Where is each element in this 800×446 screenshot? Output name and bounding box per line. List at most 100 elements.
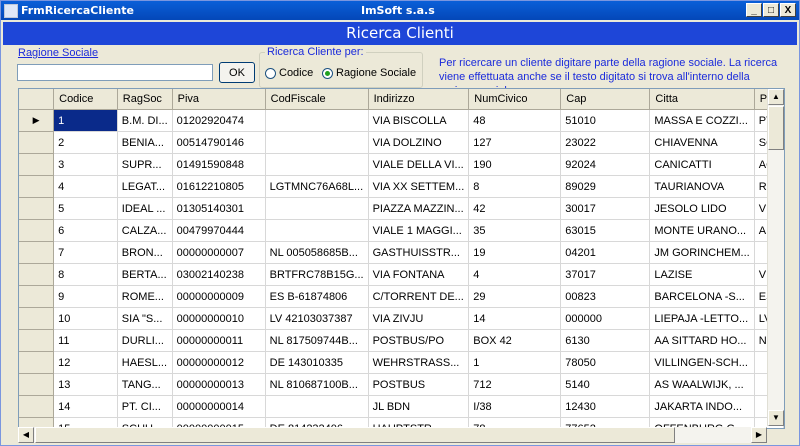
grid-cell-numcivico[interactable]: 48	[468, 109, 562, 132]
column-header-citta[interactable]: Citta	[649, 89, 755, 110]
grid-cell-codfiscale[interactable]: LGTMNC76A68L...	[265, 175, 369, 198]
grid-cell-codfiscale[interactable]: BRTFRC78B15G...	[265, 263, 369, 286]
grid-cell-cap[interactable]: 6130	[560, 329, 651, 352]
grid-cell-ragsoc[interactable]: PT. CI...	[117, 395, 173, 418]
row-header-cell[interactable]	[19, 175, 55, 198]
grid-cell-indirizzo[interactable]: VIA BISCOLLA	[368, 109, 470, 132]
column-header-numcivico[interactable]: NumCivico	[468, 89, 562, 110]
grid-cell-codice[interactable]: 10	[53, 307, 118, 330]
grid-cell-indirizzo[interactable]: VIA XX SETTEM...	[368, 175, 470, 198]
grid-cell-codice[interactable]: 3	[53, 153, 118, 176]
grid-cell-cap[interactable]: 23022	[560, 131, 651, 154]
grid-cell-piva[interactable]: 00514790146	[172, 131, 266, 154]
grid-cell-piva[interactable]: 01202920474	[172, 109, 266, 132]
grid-cell-numcivico[interactable]: 4	[468, 263, 562, 286]
table-row[interactable]: 2 BENIA... 00514790146 VIA DOLZINO 127 23022 C…	[19, 131, 784, 154]
table-row[interactable]: 10 SIA "S... 00000000010 LV 42103037387 VIA …	[19, 307, 784, 330]
table-row[interactable]: 5 IDEAL ... 01305140301 PIAZZA MAZZIN... 42 3…	[19, 197, 784, 220]
grid-cell-codfiscale[interactable]: NL 005058685B...	[265, 241, 369, 264]
grid-cell-citta[interactable]: MASSA E COZZI...	[649, 109, 755, 132]
grid-cell-codice[interactable]: 14	[53, 395, 118, 418]
grid-cell-ragsoc[interactable]: IDEAL ...	[117, 197, 173, 220]
radio-ragione-sociale[interactable]: Ragione Sociale	[322, 67, 416, 79]
grid-cell-indirizzo[interactable]: POSTBUS	[368, 373, 470, 396]
vertical-scroll-thumb[interactable]	[768, 106, 784, 150]
row-header-cell[interactable]	[19, 285, 55, 308]
horizontal-scrollbar[interactable]: ◀ ▶	[18, 427, 767, 443]
grid-cell-indirizzo[interactable]: VIA ZIVJU	[368, 307, 470, 330]
grid-cell-ragsoc[interactable]: B.M. DI...	[117, 109, 173, 132]
row-header-cell[interactable]	[19, 197, 55, 220]
grid-cell-citta[interactable]: CANICATTI	[649, 153, 755, 176]
table-row[interactable]: 3 SUPR... 01491590848 VIALE DELLA VI... 190 9…	[19, 153, 784, 176]
grid-cell-ragsoc[interactable]: SIA "S...	[117, 307, 173, 330]
grid-cell-numcivico[interactable]: 42	[468, 197, 562, 220]
grid-cell-cap[interactable]: 04201	[560, 241, 651, 264]
table-row[interactable]: 8 BERTA... 03002140238 BRTFRC78B15G... VIA F…	[19, 263, 784, 286]
grid-cell-cap[interactable]: 78050	[560, 351, 651, 374]
grid-cell-numcivico[interactable]: 8	[468, 175, 562, 198]
table-row[interactable]: 12 HAESL... 00000000012 DE 143010335 WEHRSTR…	[19, 351, 784, 374]
grid-cell-codfiscale[interactable]	[265, 153, 369, 176]
row-header-cell[interactable]	[19, 373, 55, 396]
grid-cell-numcivico[interactable]: 29	[468, 285, 562, 308]
grid-cell-codfiscale[interactable]: ES B-61874806	[265, 285, 369, 308]
table-row[interactable]: 4 LEGAT... 01612210805 LGTMNC76A68L... VIA X…	[19, 175, 784, 198]
grid-cell-ragsoc[interactable]: ROME...	[117, 285, 173, 308]
scroll-right-arrow-icon[interactable]: ▶	[751, 427, 767, 443]
vertical-scrollbar[interactable]: ▲ ▼	[767, 89, 784, 426]
grid-cell-indirizzo[interactable]: C/TORRENT DE...	[368, 285, 470, 308]
grid-cell-codfiscale[interactable]: LV 42103037387	[265, 307, 369, 330]
grid-cell-cap[interactable]: 63015	[560, 219, 651, 242]
minimize-button[interactable]: _	[746, 3, 762, 17]
maximize-button[interactable]: □	[763, 3, 779, 17]
grid-cell-cap[interactable]: 30017	[560, 197, 651, 220]
grid-cell-piva[interactable]: 01491590848	[172, 153, 266, 176]
grid-cell-codice[interactable]: 6	[53, 219, 118, 242]
grid-cell-ragsoc[interactable]: BRON...	[117, 241, 173, 264]
grid-cell-piva[interactable]: 00000000009	[172, 285, 266, 308]
grid-cell-codfiscale[interactable]: DE 143010335	[265, 351, 369, 374]
scroll-left-arrow-icon[interactable]: ◀	[18, 427, 34, 443]
column-header-ragsoc[interactable]: RagSoc	[117, 89, 173, 110]
grid-cell-ragsoc[interactable]: BENIA...	[117, 131, 173, 154]
grid-cell-citta[interactable]: AA SITTARD HO...	[649, 329, 755, 352]
grid-cell-codice[interactable]: 11	[53, 329, 118, 352]
row-header-cell[interactable]	[19, 153, 55, 176]
grid-cell-citta[interactable]: LAZISE	[649, 263, 755, 286]
grid-cell-indirizzo[interactable]: POSTBUS/PO	[368, 329, 470, 352]
table-row[interactable]: 9 ROME... 00000000009 ES B-61874806 C/TORREN…	[19, 285, 784, 308]
grid-cell-numcivico[interactable]: 127	[468, 131, 562, 154]
grid-cell-codfiscale[interactable]: NL 810687100B...	[265, 373, 369, 396]
grid-cell-cap[interactable]: 89029	[560, 175, 651, 198]
grid-cell-piva[interactable]: 03002140238	[172, 263, 266, 286]
grid-cell-ragsoc[interactable]: DURLI...	[117, 329, 173, 352]
grid-cell-codfiscale[interactable]	[265, 131, 369, 154]
scroll-down-arrow-icon[interactable]: ▼	[768, 410, 784, 426]
title-bar[interactable]: FrmRicercaCliente ImSoft s.a.s _ □ X	[1, 1, 799, 20]
grid-cell-indirizzo[interactable]: VIA FONTANA	[368, 263, 470, 286]
ragione-sociale-label[interactable]: Ragione Sociale	[18, 47, 98, 59]
grid-cell-cap[interactable]: 51010	[560, 109, 651, 132]
grid-cell-citta[interactable]: VILLINGEN-SCH...	[649, 351, 755, 374]
grid-cell-indirizzo[interactable]: GASTHUISSTR...	[368, 241, 470, 264]
grid-cell-indirizzo[interactable]: VIALE 1 MAGGI...	[368, 219, 470, 242]
column-header-cap[interactable]: Cap	[560, 89, 651, 110]
grid-cell-citta[interactable]: AS WAALWIJK, ...	[649, 373, 755, 396]
grid-cell-cap[interactable]: 5140	[560, 373, 651, 396]
grid-cell-indirizzo[interactable]: VIALE DELLA VI...	[368, 153, 470, 176]
grid-cell-cap[interactable]: 37017	[560, 263, 651, 286]
table-row[interactable]: 14 PT. CI... 00000000014 JL BDN I/38 12430 JAK…	[19, 395, 784, 418]
table-row[interactable]: 11 DURLI... 00000000011 NL 817509744B... POS…	[19, 329, 784, 352]
grid-cell-numcivico[interactable]: BOX 42	[468, 329, 562, 352]
clients-grid[interactable]: Codice RagSoc Piva CodFiscale Indirizzo NumCi…	[18, 88, 785, 429]
row-header-cell[interactable]	[19, 351, 55, 374]
grid-cell-numcivico[interactable]: I/38	[468, 395, 562, 418]
grid-cell-codice[interactable]: 13	[53, 373, 118, 396]
grid-cell-codice[interactable]: 2	[53, 131, 118, 154]
row-header-cell[interactable]	[19, 395, 55, 418]
grid-cell-ragsoc[interactable]: LEGAT...	[117, 175, 173, 198]
grid-cell-indirizzo[interactable]: VIA DOLZINO	[368, 131, 470, 154]
table-row[interactable]: 13 TANG... 00000000013 NL 810687100B... POST…	[19, 373, 784, 396]
grid-cell-citta[interactable]: JESOLO LIDO	[649, 197, 755, 220]
